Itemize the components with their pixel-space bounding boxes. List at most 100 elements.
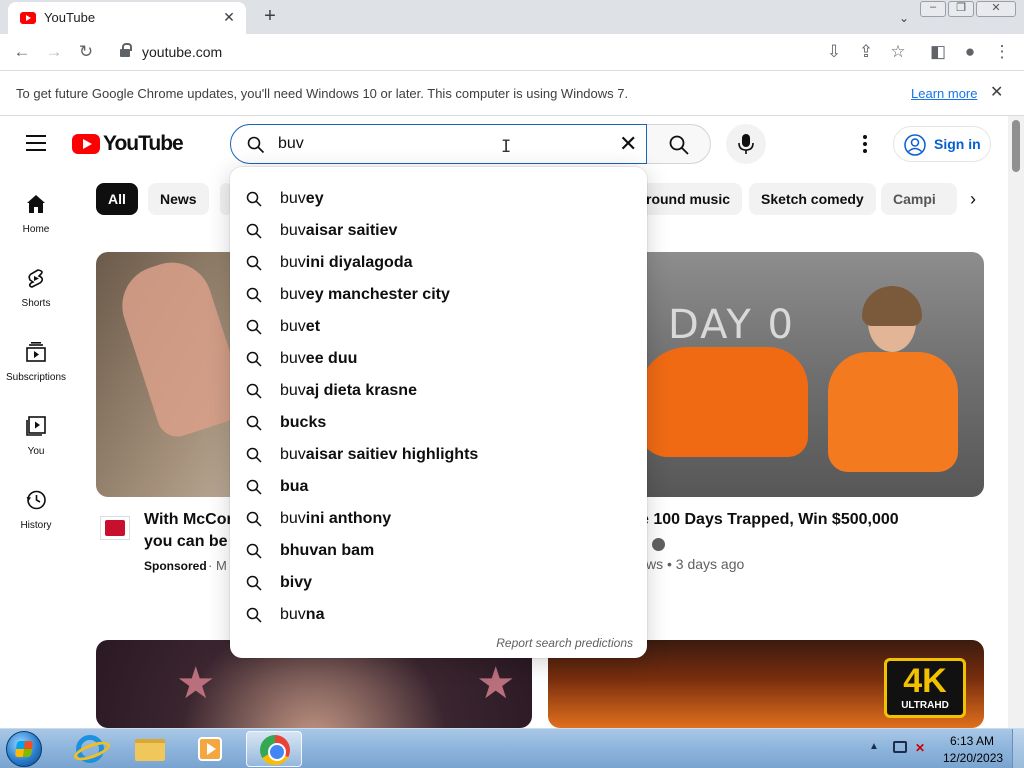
suggestion-text[interactable]: bhuvan bam bbox=[280, 542, 374, 560]
new-tab-button[interactable]: + bbox=[258, 5, 282, 29]
chip-sketch-comedy[interactable]: Sketch comedy bbox=[749, 183, 876, 215]
star-icon: ★ bbox=[476, 659, 516, 708]
chip-all[interactable]: All bbox=[96, 183, 138, 215]
channel-avatar[interactable] bbox=[100, 516, 130, 540]
suggestion-text[interactable]: bucks bbox=[280, 414, 326, 432]
guide-item-subscriptions[interactable]: Subscriptions bbox=[0, 342, 72, 402]
learn-more-link[interactable]: Learn more bbox=[911, 86, 977, 101]
taskbar-internet-explorer[interactable] bbox=[62, 731, 118, 767]
video-title-2[interactable]: e 100 Days Trapped, Win $500,000 bbox=[640, 509, 899, 531]
chip-news[interactable]: News bbox=[148, 183, 209, 215]
search-input[interactable]: buv I ✕ bbox=[230, 124, 647, 164]
tab-search-chevron-icon[interactable]: ⌄ bbox=[894, 8, 914, 28]
suggestion-text[interactable]: buvet bbox=[280, 318, 320, 336]
network-icon[interactable] bbox=[893, 741, 907, 753]
search-suggestion[interactable]: buvna bbox=[230, 599, 647, 631]
youtube-logo[interactable]: YouTube bbox=[72, 132, 184, 156]
history-icon bbox=[26, 490, 46, 510]
bookmark-star-icon[interactable]: ☆ bbox=[886, 40, 910, 64]
clock-date[interactable]: 12/20/2023 bbox=[943, 751, 1003, 765]
suggestion-text[interactable]: buvey bbox=[280, 190, 324, 208]
guide-label: History bbox=[20, 520, 52, 531]
chip-background-music[interactable]: round music bbox=[634, 183, 743, 215]
clear-search-icon[interactable]: ✕ bbox=[619, 132, 637, 156]
you-icon bbox=[26, 416, 46, 436]
report-search-predictions-link[interactable]: Report search predictions bbox=[496, 636, 633, 650]
suggestion-text[interactable]: bua bbox=[280, 478, 308, 496]
tab-youtube[interactable]: YouTube ✕ bbox=[8, 2, 246, 34]
suggestion-text[interactable]: buvaisar saitiev highlights bbox=[280, 446, 478, 464]
sign-in-label: Sign in bbox=[934, 136, 981, 152]
restore-button[interactable]: ❐ bbox=[948, 1, 974, 17]
guide-item-home[interactable]: Home bbox=[0, 194, 72, 254]
voice-search-button[interactable] bbox=[726, 124, 766, 164]
suggestion-text[interactable]: buvaisar saitiev bbox=[280, 222, 397, 240]
search-suggestion[interactable]: buvaj dieta krasne bbox=[230, 375, 647, 407]
browser-toolbar: ← → ↻ youtube.com ⇩ ⇪ ☆ ◧ ● ⋮ bbox=[0, 34, 1024, 71]
sign-in-button[interactable]: Sign in bbox=[893, 126, 991, 162]
suggestion-typed-part: buv bbox=[280, 318, 306, 335]
search-suggestion[interactable]: buvey manchester city bbox=[230, 279, 647, 311]
scrollbar-thumb[interactable] bbox=[1012, 120, 1020, 172]
url-text[interactable]: youtube.com bbox=[142, 44, 222, 60]
guide-item-shorts[interactable]: Shorts bbox=[0, 268, 72, 328]
search-suggestion[interactable]: bucks bbox=[230, 407, 647, 439]
side-panel-icon[interactable]: ◧ bbox=[926, 40, 950, 64]
page-scrollbar[interactable] bbox=[1008, 116, 1024, 728]
suggestion-text[interactable]: buvey manchester city bbox=[280, 286, 450, 304]
share-icon[interactable]: ⇪ bbox=[854, 40, 878, 64]
video-title-1-line1[interactable]: With McCor bbox=[144, 509, 233, 531]
suggestion-text[interactable]: buvini anthony bbox=[280, 510, 391, 528]
show-desktop-button[interactable] bbox=[1012, 729, 1024, 768]
volume-muted-icon[interactable]: ✕ bbox=[915, 741, 925, 755]
suggestion-search-icon bbox=[246, 479, 262, 495]
chrome-menu-icon[interactable]: ⋮ bbox=[990, 40, 1014, 64]
search-suggestion[interactable]: bhuvan bam bbox=[230, 535, 647, 567]
clock-time[interactable]: 6:13 AM bbox=[950, 734, 994, 748]
settings-more-icon[interactable] bbox=[855, 134, 875, 154]
suggestion-text[interactable]: bivy bbox=[280, 574, 312, 592]
taskbar-media-player[interactable] bbox=[182, 731, 238, 767]
suggestion-text[interactable]: buvee duu bbox=[280, 350, 357, 368]
address-bar[interactable]: youtube.com bbox=[108, 38, 918, 67]
suggestion-search-icon bbox=[246, 383, 262, 399]
search-suggestion[interactable]: buvini anthony bbox=[230, 503, 647, 535]
video-title-1-line2[interactable]: you can be s bbox=[144, 531, 241, 553]
search-suggestion[interactable]: buvet bbox=[230, 311, 647, 343]
search-suggestion[interactable]: bivy bbox=[230, 567, 647, 599]
infobar-close-icon[interactable]: ✕ bbox=[990, 82, 1003, 102]
chip-camping[interactable]: Campi bbox=[881, 183, 957, 215]
suggestion-completion-part: bua bbox=[280, 478, 309, 495]
install-app-icon[interactable]: ⇩ bbox=[822, 40, 846, 64]
search-suggestion[interactable]: bua bbox=[230, 471, 647, 503]
search-suggestion[interactable]: buvee duu bbox=[230, 343, 647, 375]
taskbar-file-explorer[interactable] bbox=[122, 731, 178, 767]
search-suggestion[interactable]: buvaisar saitiev highlights bbox=[230, 439, 647, 471]
guide-item-history[interactable]: History bbox=[0, 490, 72, 550]
suggestion-text[interactable]: buvini diyalagoda bbox=[280, 254, 412, 272]
search-suggestion[interactable]: buvey bbox=[230, 183, 647, 215]
forward-arrow-icon[interactable]: → bbox=[42, 40, 66, 64]
window-close-button[interactable]: ✕ bbox=[976, 1, 1016, 17]
search-query-text[interactable]: buv bbox=[278, 135, 304, 153]
suggestion-text[interactable]: buvna bbox=[280, 606, 324, 624]
reload-icon[interactable]: ↻ bbox=[74, 40, 98, 64]
back-arrow-icon[interactable]: ← bbox=[10, 40, 34, 64]
minimize-button[interactable]: – bbox=[920, 1, 946, 17]
suggestion-completion-part: ey bbox=[305, 190, 324, 207]
start-button-icon[interactable] bbox=[6, 731, 42, 767]
search-button[interactable] bbox=[647, 124, 711, 164]
taskbar-chrome[interactable] bbox=[246, 731, 302, 767]
suggestion-text[interactable]: buvaj dieta krasne bbox=[280, 382, 417, 400]
search-suggestion[interactable]: buvaisar saitiev bbox=[230, 215, 647, 247]
profile-avatar-icon[interactable]: ● bbox=[958, 40, 982, 64]
search-suggestion[interactable]: buvini diyalagoda bbox=[230, 247, 647, 279]
chips-next-chevron-icon[interactable]: › bbox=[970, 189, 976, 210]
suggestion-typed-part: buv bbox=[280, 190, 306, 207]
tray-overflow-icon[interactable]: ▲ bbox=[869, 741, 879, 752]
guide-item-you[interactable]: You bbox=[0, 416, 72, 476]
tab-close-icon[interactable]: ✕ bbox=[220, 8, 238, 26]
lock-icon[interactable] bbox=[120, 43, 132, 58]
guide-menu-icon[interactable] bbox=[26, 135, 46, 151]
browser-tab-strip: YouTube ✕ + ⌄ – ❐ ✕ bbox=[0, 0, 1024, 34]
